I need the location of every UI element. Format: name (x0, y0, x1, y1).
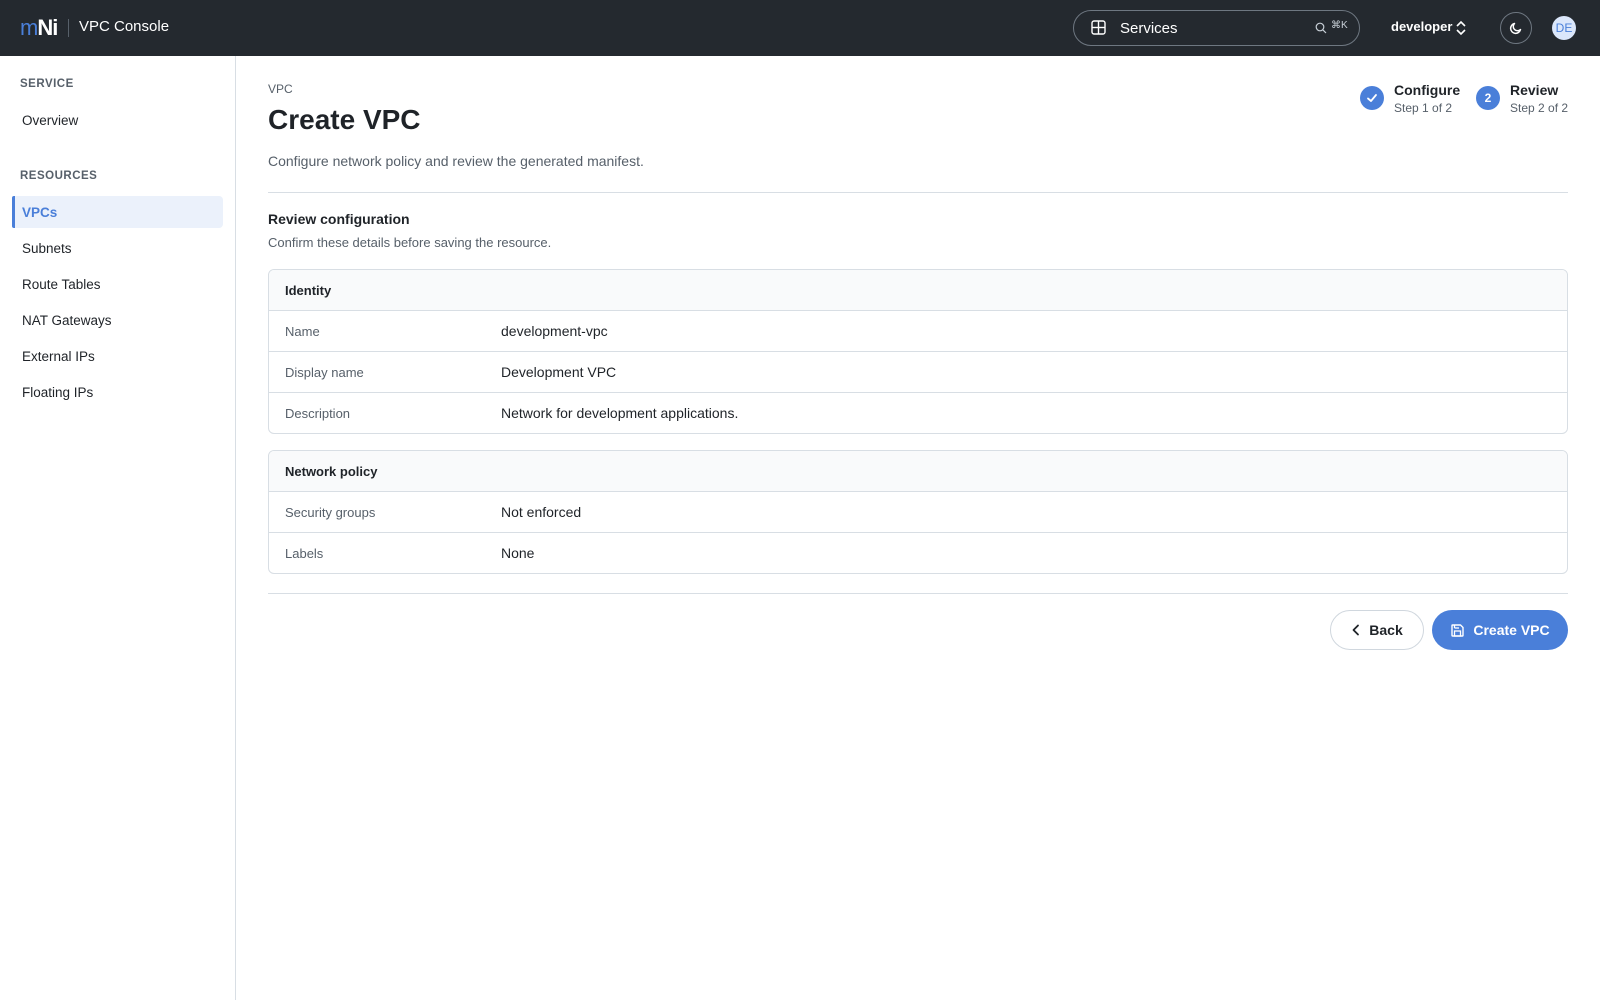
row-key: Name (285, 323, 320, 339)
create-vpc-button[interactable]: Create VPC (1432, 610, 1568, 650)
save-icon (1451, 623, 1465, 637)
chevron-left-icon (1352, 624, 1360, 636)
theme-toggle-button[interactable] (1500, 12, 1532, 44)
services-label: Services (1120, 20, 1178, 37)
page-subtitle: Configure network policy and review the … (268, 153, 644, 169)
app-title: VPC Console (79, 18, 170, 35)
chevron-up-down-icon[interactable] (1455, 20, 1467, 36)
moon-icon (1509, 22, 1522, 35)
table-row: Labels None (269, 533, 1567, 573)
row-value: None (501, 545, 535, 561)
brand-logo[interactable]: m Ni (20, 15, 58, 40)
row-value: Network for development applications. (501, 405, 739, 421)
review-section-title: Review configuration (268, 211, 410, 227)
sidebar: SERVICE Overview RESOURCES VPCs Subnets … (0, 56, 236, 1000)
sidebar-item-subnets[interactable]: Subnets (12, 232, 223, 264)
step-1-subtitle: Step 1 of 2 (1394, 101, 1453, 115)
page-title: Create VPC (268, 104, 421, 135)
breadcrumb[interactable]: VPC (268, 82, 293, 96)
sidebar-item-overview[interactable]: Overview (12, 104, 223, 136)
top-navigation-bar: m Ni VPC Console Services ⌘K developer DE (0, 0, 1600, 56)
back-button-label: Back (1369, 622, 1403, 638)
back-button[interactable]: Back (1330, 610, 1424, 650)
sidebar-item-label: VPCs (22, 204, 58, 220)
sidebar-item-nat-gateways[interactable]: NAT Gateways (12, 304, 223, 336)
row-value: Not enforced (501, 504, 582, 520)
logo-divider (68, 19, 69, 37)
keyboard-shortcut-hint: ⌘K (1331, 20, 1348, 31)
row-key: Description (285, 405, 351, 421)
services-search-bar[interactable]: Services ⌘K (1073, 10, 1360, 46)
row-key: Display name (285, 364, 364, 380)
step-1-title: Configure (1394, 82, 1461, 98)
card-header: Identity (269, 270, 1567, 311)
row-key: Labels (285, 545, 324, 561)
sidebar-item-route-tables[interactable]: Route Tables (12, 268, 223, 300)
card-header: Network policy (269, 451, 1567, 492)
namespace-selector[interactable]: developer (1391, 19, 1452, 34)
step-1-complete-badge (1360, 86, 1384, 110)
table-row: Name development-vpc (269, 311, 1567, 352)
search-icon (1315, 22, 1327, 34)
table-row: Security groups Not enforced (269, 492, 1567, 533)
step-2-subtitle: Step 2 of 2 (1510, 101, 1569, 115)
sidebar-section-service: SERVICE (20, 78, 74, 90)
logo-ni: Ni (37, 15, 58, 40)
sidebar-item-external-ips[interactable]: External IPs (12, 340, 223, 372)
row-key: Security groups (285, 504, 376, 520)
step-2-title: Review (1510, 82, 1559, 98)
table-row: Description Network for development appl… (269, 393, 1567, 433)
review-section-subtitle: Confirm these details before saving the … (268, 235, 552, 250)
network-policy-card: Network policy Security groups Not enfor… (268, 450, 1568, 574)
logo-m: m (20, 15, 38, 40)
divider (268, 192, 1568, 193)
row-value: development-vpc (501, 323, 608, 339)
table-row: Display name Development VPC (269, 352, 1567, 393)
checkmark-icon (1367, 94, 1377, 102)
avatar[interactable]: DE (1552, 16, 1576, 40)
divider (268, 593, 1568, 594)
sidebar-item-floating-ips[interactable]: Floating IPs (12, 376, 223, 408)
row-value: Development VPC (501, 364, 617, 380)
identity-card: Identity Name development-vpc Display na… (268, 269, 1568, 434)
create-vpc-button-label: Create VPC (1473, 622, 1550, 638)
sidebar-section-resources: RESOURCES (20, 170, 98, 182)
sidebar-item-vpcs[interactable]: VPCs (12, 196, 223, 228)
grid-icon (1091, 20, 1106, 35)
step-2-number-badge: 2 (1476, 86, 1500, 110)
